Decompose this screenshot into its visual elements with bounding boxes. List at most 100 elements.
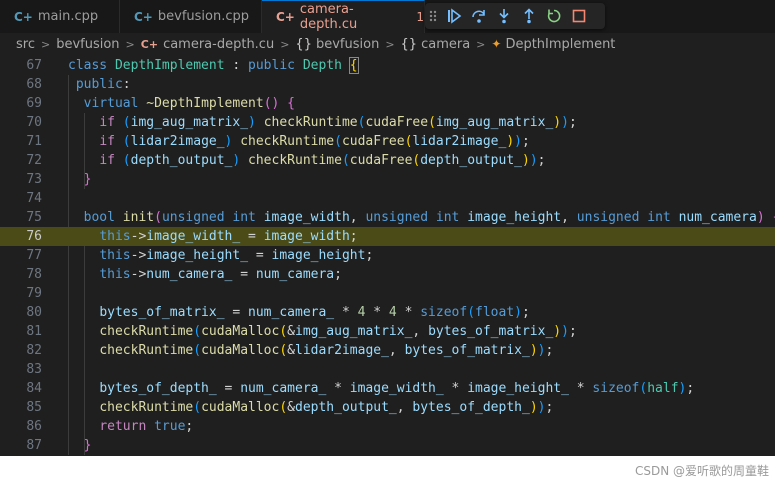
code-line: 85 checkRuntime(cudaMalloc(&depth_output… [0, 398, 775, 417]
restart-icon [547, 9, 560, 23]
debug-toolbar [425, 3, 605, 29]
step-over-button[interactable] [466, 3, 491, 29]
restart-button[interactable] [541, 3, 566, 29]
cuda-file-icon: C+ [276, 10, 295, 24]
line-number: 82 [26, 343, 42, 358]
line-number: 71 [26, 134, 42, 149]
code-text: bytes_of_matrix_ = num_camera_ * 4 * 4 *… [99, 305, 530, 320]
continue-button[interactable] [441, 3, 466, 29]
code-text: } [83, 172, 92, 187]
problem-count-badge: 1 [416, 10, 424, 24]
code-line: 72 if (depth_output_) checkRuntime(cudaF… [0, 151, 775, 170]
breadcrumb-item-bevfusion-folder[interactable]: bevfusion [56, 37, 119, 52]
code-line: 87 } [0, 436, 775, 455]
code-line: 71 if (lidar2image_) checkRuntime(cudaFr… [0, 132, 775, 151]
line-number: 86 [26, 419, 42, 434]
code-text: return true; [99, 419, 194, 434]
namespace-icon: {} [400, 36, 418, 52]
breadcrumb-item-namespace-bevfusion[interactable]: bevfusion [316, 37, 379, 52]
code-text: checkRuntime(cudaMalloc(&depth_output_, … [99, 400, 554, 415]
breadcrumb-item-class[interactable]: DepthImplement [505, 37, 615, 52]
tab-bevfusion-cpp[interactable]: C+ bevfusion.cpp [120, 0, 262, 33]
breadcrumb-item-file[interactable]: camera-depth.cu [163, 37, 274, 52]
step-over-icon [471, 10, 485, 23]
tab-bar: C+ main.cpp C+ bevfusion.cpp C+ camera-d… [0, 0, 775, 33]
line-number: 87 [26, 438, 42, 453]
chevron-right-icon: > [280, 37, 290, 51]
code-line: 80 bytes_of_matrix_ = num_camera_ * 4 * … [0, 303, 775, 322]
line-number: 81 [26, 324, 42, 339]
code-line: 77 this->image_height_ = image_height; [0, 246, 775, 265]
line-number: 70 [26, 115, 42, 130]
line-number: 73 [26, 172, 42, 187]
code-line: 86 return true; [0, 417, 775, 436]
line-number: 85 [26, 400, 42, 415]
line-number: 80 [26, 305, 42, 320]
line-number: 83 [26, 362, 42, 377]
code-editor[interactable]: C+ main.cpp C+ bevfusion.cpp C+ camera-d… [0, 0, 775, 456]
code-text: checkRuntime(cudaMalloc(&lidar2image_, b… [99, 343, 554, 358]
code-line: 81 checkRuntime(cudaMalloc(&img_aug_matr… [0, 322, 775, 341]
tab-camera-depth-cu[interactable]: C+ camera-depth.cu 1 [262, 0, 425, 33]
code-line: 83 [0, 360, 775, 379]
line-number: 69 [26, 96, 42, 111]
class-icon: ✦ [491, 37, 502, 51]
code-line: 70 if (img_aug_matrix_) checkRuntime(cud… [0, 113, 775, 132]
code-line: 84 bytes_of_depth_ = num_camera_ * image… [0, 379, 775, 398]
step-into-icon [498, 9, 509, 24]
tab-main-cpp[interactable]: C+ main.cpp [0, 0, 120, 33]
code-text: checkRuntime(cudaMalloc(&img_aug_matrix_… [99, 324, 577, 339]
step-into-button[interactable] [491, 3, 516, 29]
continue-icon [447, 8, 461, 24]
code-line: 69 virtual ~DepthImplement() { [0, 94, 775, 113]
code-text: virtual ~DepthImplement() { [83, 96, 295, 111]
code-text: if (depth_output_) checkRuntime(cudaFree… [99, 153, 546, 168]
line-number: 76 [26, 229, 42, 244]
stop-icon [572, 9, 585, 23]
step-out-button[interactable] [516, 3, 541, 29]
current-execution-line: 76 this->image_width_ = image_width; [0, 227, 775, 246]
code-text: if (lidar2image_) checkRuntime(cudaFree(… [99, 134, 530, 149]
breadcrumb-item-namespace-camera[interactable]: camera [421, 37, 470, 52]
code-line: 73 } [0, 170, 775, 189]
line-number: 72 [26, 153, 42, 168]
chevron-right-icon: > [476, 37, 486, 51]
code-text: public: [75, 77, 131, 92]
chevron-right-icon: > [385, 37, 395, 51]
code-text: class DepthImplement : public Depth { [68, 57, 359, 74]
line-number: 77 [26, 248, 42, 263]
code-text: this->image_height_ = image_height; [99, 248, 374, 263]
cuda-file-icon: C+ [140, 37, 159, 51]
code-line: 79 [0, 284, 775, 303]
cpp-file-icon: C+ [14, 9, 33, 24]
line-number: 78 [26, 267, 42, 282]
code-text: this->image_width_ = image_width; [99, 229, 358, 244]
line-number: 79 [26, 286, 42, 301]
breadcrumb-item-src[interactable]: src [16, 37, 35, 52]
code-line: 67 class DepthImplement : public Depth { [0, 56, 775, 75]
watermark: CSDN @爱听歌的周童鞋 [634, 464, 769, 478]
breadcrumb: src > bevfusion > C+ camera-depth.cu > {… [0, 33, 775, 55]
code-line: 82 checkRuntime(cudaMalloc(&lidar2image_… [0, 341, 775, 360]
cpp-file-icon: C+ [134, 9, 153, 24]
code-text: this->num_camera_ = num_camera; [99, 267, 342, 282]
tab-label: bevfusion.cpp [157, 9, 249, 24]
code-text: if (img_aug_matrix_) checkRuntime(cudaFr… [99, 115, 577, 130]
tab-label: main.cpp [37, 9, 99, 24]
code-line: 78 this->num_camera_ = num_camera; [0, 265, 775, 284]
line-number: 75 [26, 210, 42, 225]
code-text: bool init(unsigned int image_width, unsi… [83, 210, 775, 225]
code-text: bytes_of_depth_ = num_camera_ * image_wi… [99, 381, 695, 396]
code-line: 74 [0, 189, 775, 208]
chevron-right-icon: > [125, 37, 135, 51]
stop-button[interactable] [566, 3, 591, 29]
line-number: 67 [26, 58, 42, 73]
line-number: 84 [26, 381, 42, 396]
code-line: 75 bool init(unsigned int image_width, u… [0, 208, 775, 227]
drag-grip-icon[interactable] [425, 3, 441, 29]
code-text: } [83, 438, 92, 453]
code-area[interactable]: 67 class DepthImplement : public Depth {… [0, 56, 775, 456]
line-number: 68 [26, 77, 42, 92]
chevron-right-icon: > [40, 37, 51, 51]
code-line: 68 public: [0, 75, 775, 94]
